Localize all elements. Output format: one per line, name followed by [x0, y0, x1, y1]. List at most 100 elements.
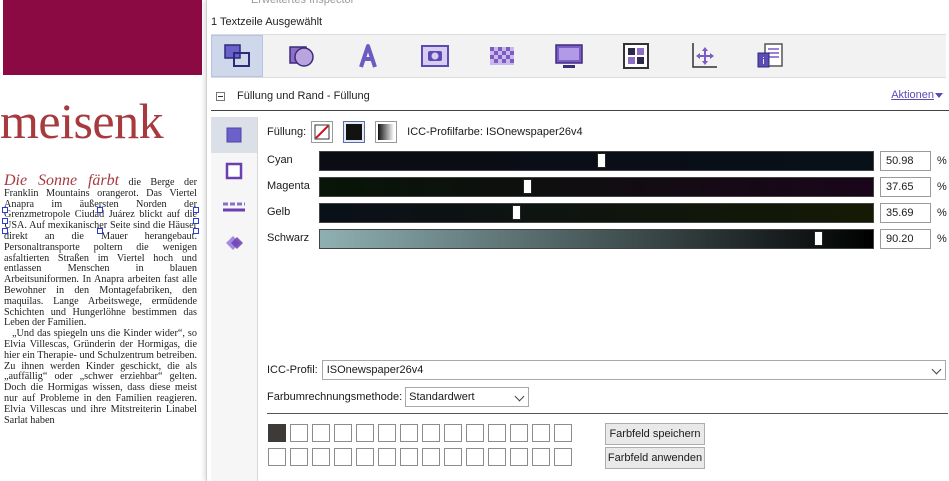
selection-handle[interactable] [97, 207, 103, 213]
conversion-method-value: Standardwert [409, 391, 475, 403]
swatch-cell[interactable] [422, 448, 440, 466]
subtab-gap[interactable] [211, 225, 257, 261]
swatch-cell[interactable] [466, 424, 484, 442]
inspector-panel: Erweitertes Inspector 1 Textzeile Ausgew… [206, 0, 949, 481]
swatch-cell[interactable] [554, 448, 572, 466]
tab-shape-icon[interactable] [275, 35, 326, 77]
swatch-cell[interactable] [378, 448, 396, 466]
cyan-slider[interactable] [319, 151, 874, 171]
selection-handle[interactable] [193, 218, 199, 224]
chevron-down-icon [935, 92, 943, 98]
solid-fill-button[interactable] [343, 121, 366, 143]
conversion-method-select[interactable]: Standardwert [405, 387, 530, 407]
swatch-cell[interactable] [466, 448, 484, 466]
actions-label: Aktionen [891, 89, 934, 101]
tab-documents-icon[interactable]: i [744, 35, 795, 77]
lead-text: Die Sonne färbt [4, 172, 120, 189]
window-title: Erweitertes Inspector [207, 0, 949, 8]
swatch-cell[interactable] [334, 448, 352, 466]
selection-handle[interactable] [2, 207, 8, 213]
article-paragraph-2: „Und das spiegeln uns die Kinder wider“,… [4, 328, 197, 426]
swatch-cell[interactable] [400, 448, 418, 466]
conversion-method-row: Farbumrechnungsmethode: Standardwert [267, 387, 530, 407]
conversion-method-label: Farbumrechnungsmethode: [267, 391, 403, 403]
fill-subtabs [211, 117, 258, 481]
magenta-value-input[interactable]: 37.65 [880, 177, 931, 197]
apply-swatch-button[interactable]: Farbfeld anwenden [605, 447, 705, 469]
selection-handle[interactable] [193, 207, 199, 213]
document-canvas[interactable]: meisenk Die Sonne färbt die Berge der Fr… [0, 0, 206, 481]
channel-label: Schwarz [267, 232, 310, 244]
slider-thumb[interactable] [596, 153, 606, 168]
tab-display-icon[interactable] [543, 35, 594, 77]
gradient-fill-button[interactable] [375, 121, 398, 143]
black-slider[interactable] [319, 229, 874, 249]
channel-label: Cyan [267, 154, 293, 166]
collapse-icon[interactable] [216, 91, 225, 101]
subtab-line[interactable] [211, 189, 257, 225]
solid-color-icon [346, 124, 363, 140]
no-fill-button[interactable] [311, 121, 334, 143]
selection-status: 1 Textzeile Ausgewählt [211, 16, 323, 28]
yellow-value-input[interactable]: 35.69 [880, 203, 931, 223]
selection-handle[interactable] [2, 228, 8, 234]
tab-position-icon[interactable] [677, 35, 728, 77]
slider-thumb[interactable] [813, 231, 823, 246]
swatch-cell[interactable] [488, 448, 506, 466]
subtab-box-fill[interactable] [211, 117, 257, 153]
swatch-cell[interactable] [400, 424, 418, 442]
tab-layout-icon[interactable] [610, 35, 661, 77]
chevron-down-icon [931, 364, 942, 375]
swatch-cell[interactable] [532, 448, 550, 466]
tab-transparency-icon[interactable] [476, 35, 527, 77]
swatch-cell[interactable] [356, 448, 374, 466]
inspector-tabs: i [211, 34, 946, 78]
icc-profile-row: ICC-Profil: ISOnewspaper26v4 [267, 360, 947, 380]
save-swatch-button[interactable]: Farbfeld speichern [605, 423, 705, 445]
yellow-row: Gelb 35.69 % [267, 203, 947, 223]
swatch-cell[interactable] [510, 448, 528, 466]
fill-label: Füllung: [267, 126, 307, 138]
magenta-slider[interactable] [319, 177, 874, 197]
article-paragraph-1: die Berge der Franklin Mountains oranger… [4, 177, 197, 329]
swatch-cell[interactable] [444, 424, 462, 442]
swatch-cell[interactable] [510, 424, 528, 442]
swatch-cell[interactable] [488, 424, 506, 442]
swatch-cell[interactable] [554, 424, 572, 442]
swatch-cell[interactable] [444, 448, 462, 466]
section-divider [211, 110, 949, 111]
tab-box-icon[interactable] [211, 35, 263, 77]
diamond-icon [226, 236, 243, 250]
tab-picture-icon[interactable] [409, 35, 460, 77]
swatch-cell[interactable] [422, 424, 440, 442]
selection-handle[interactable] [2, 218, 8, 224]
slider-thumb[interactable] [523, 179, 533, 194]
swatch-cell[interactable] [268, 448, 286, 466]
icc-profile-select[interactable]: ISOnewspaper26v4 [321, 360, 946, 380]
swatch-cell[interactable] [312, 448, 330, 466]
gradient-icon [378, 124, 395, 140]
tab-text-icon[interactable] [342, 35, 393, 77]
subtab-box-border[interactable] [211, 153, 257, 189]
cyan-value-input[interactable]: 50.98 [880, 151, 931, 171]
yellow-slider[interactable] [319, 203, 874, 223]
headline: meisenk [0, 93, 164, 149]
selection-handle[interactable] [193, 228, 199, 234]
percent-unit: % [937, 207, 947, 219]
black-value-input[interactable]: 90.20 [880, 229, 931, 249]
swatch-cell[interactable] [290, 424, 308, 442]
actions-menu[interactable]: Aktionen [891, 89, 943, 101]
swatch-cell[interactable] [532, 424, 550, 442]
swatch-cell[interactable] [312, 424, 330, 442]
swatch-cell[interactable] [290, 448, 308, 466]
swatch-row-2 [268, 448, 576, 466]
swatch-divider [267, 413, 948, 414]
swatch-cell[interactable] [334, 424, 352, 442]
swatch-cell[interactable] [268, 424, 286, 442]
slider-thumb[interactable] [512, 205, 522, 220]
selection-handle[interactable] [97, 228, 103, 234]
swatch-cell[interactable] [356, 424, 374, 442]
channel-label: Magenta [267, 180, 310, 192]
swatch-cell[interactable] [378, 424, 396, 442]
article-text-frame[interactable]: Die Sonne färbt die Berge der Franklin M… [4, 173, 197, 426]
